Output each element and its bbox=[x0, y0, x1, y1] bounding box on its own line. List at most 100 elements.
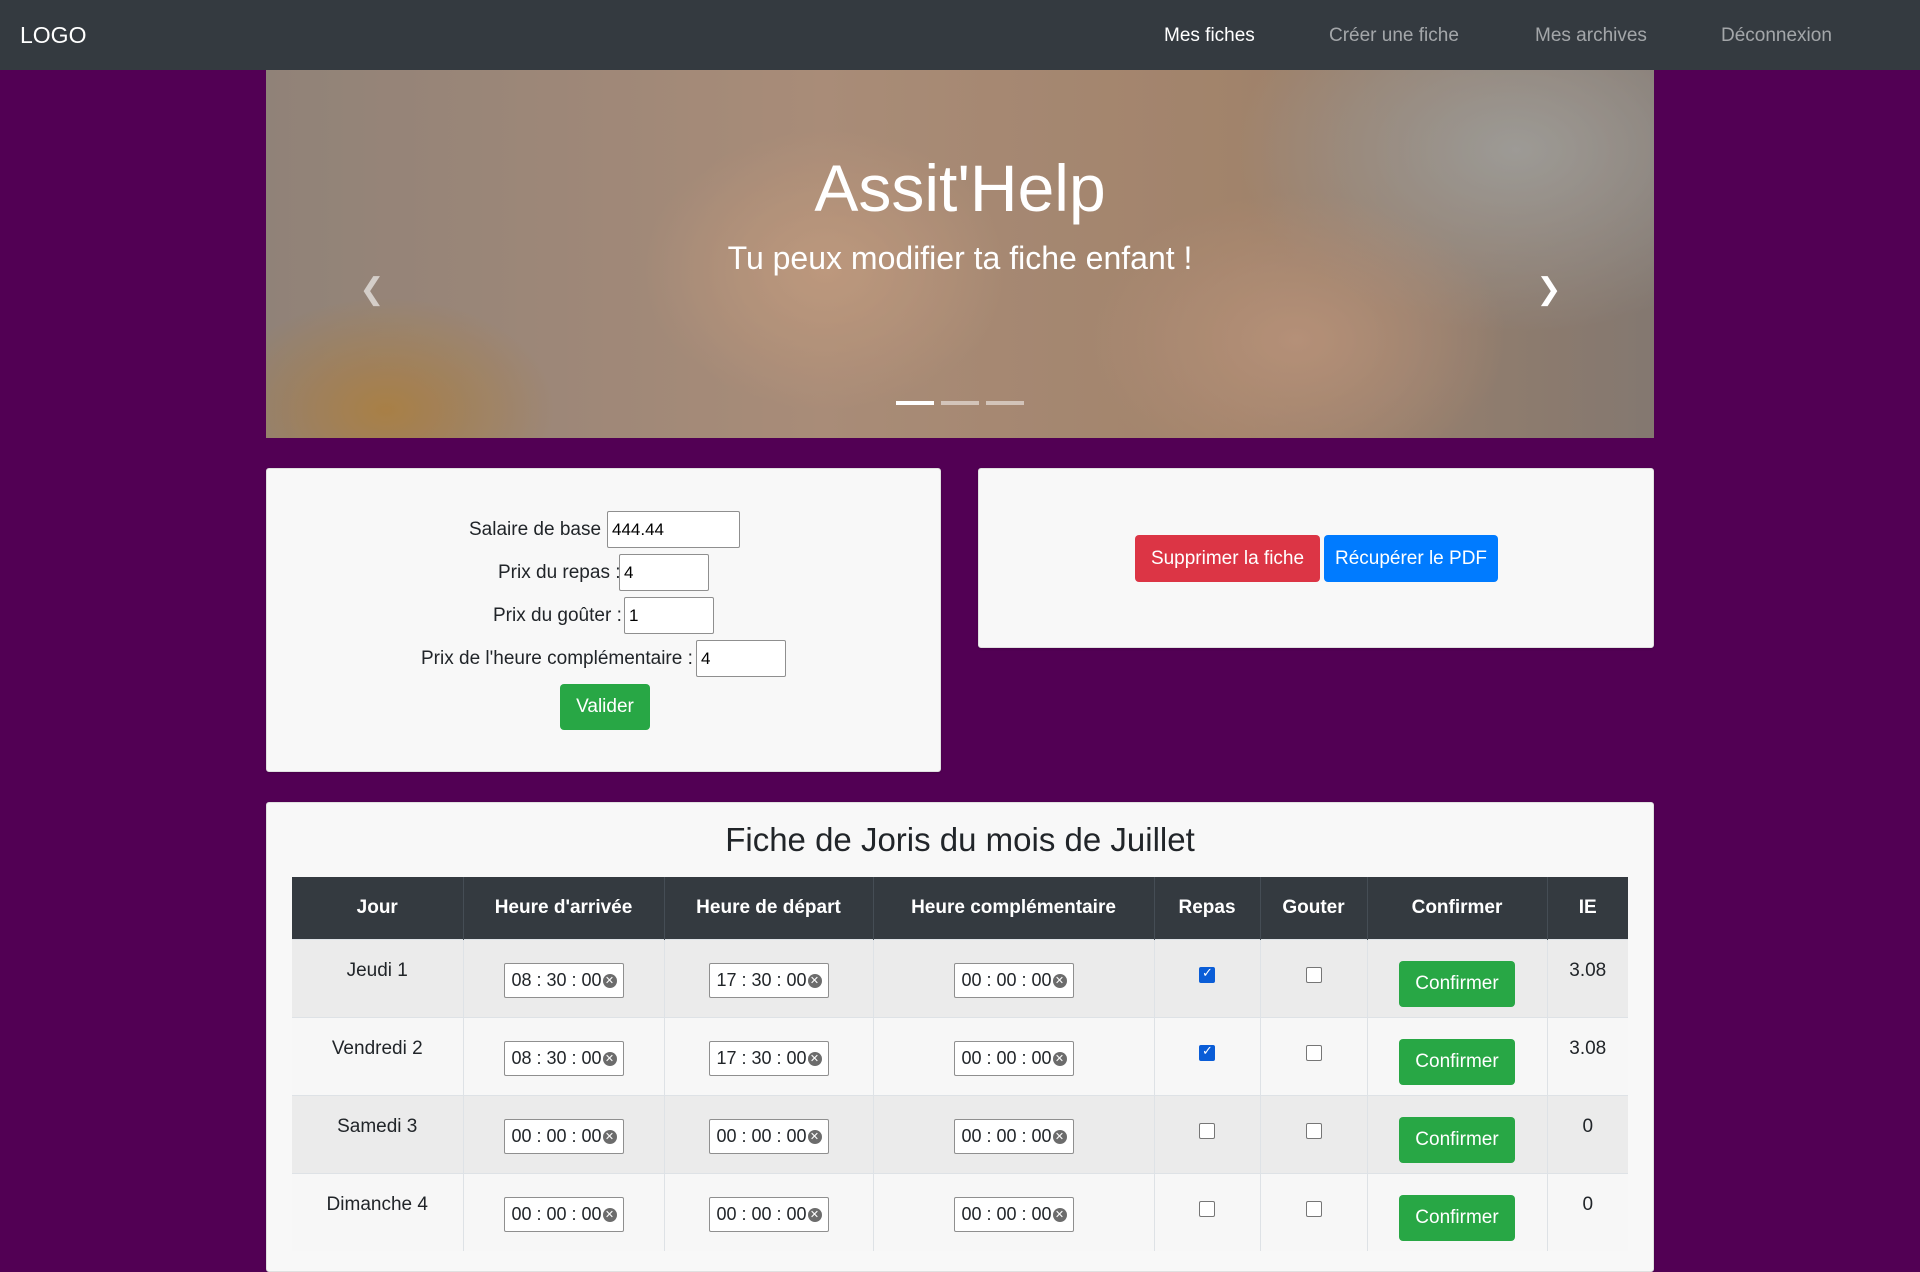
depart-cell: 00 : 00 : 00 ✕ bbox=[664, 1172, 874, 1251]
complementaire-time-input[interactable]: 00 : 00 : 00 ✕ bbox=[953, 962, 1074, 998]
clear-icon[interactable]: ✕ bbox=[807, 973, 822, 988]
confirmer-button[interactable]: Confirmer bbox=[1399, 960, 1515, 1007]
chevron-right-icon[interactable]: ❯ bbox=[1534, 275, 1564, 305]
confirmer-button[interactable]: Confirmer bbox=[1399, 1116, 1515, 1163]
valider-button[interactable]: Valider bbox=[560, 684, 650, 730]
table-row: Vendredi 2 08 : 30 : 00 ✕ 17 : 30 : 00 ✕ 00 :… bbox=[292, 1016, 1628, 1095]
carousel-indicator-2[interactable] bbox=[941, 401, 979, 405]
arrivee-time-input[interactable]: 00 : 00 : 00 ✕ bbox=[503, 1118, 624, 1154]
complementaire-time-input[interactable]: 00 : 00 : 00 ✕ bbox=[953, 1196, 1074, 1232]
jour-cell: Samedi 3 bbox=[292, 1094, 464, 1173]
depart-time-input[interactable]: 00 : 00 : 00 ✕ bbox=[708, 1196, 829, 1232]
col-heure-complementaire: Heure complémentaire bbox=[873, 877, 1155, 939]
repas-checkbox[interactable] bbox=[1199, 965, 1215, 983]
depart-cell: 17 : 30 : 00 ✕ bbox=[664, 1016, 874, 1095]
clear-icon[interactable]: ✕ bbox=[807, 1129, 822, 1144]
table-row: Dimanche 4 00 : 00 : 00 ✕ 00 : 00 : 00 ✕ 00 :… bbox=[292, 1172, 1628, 1251]
gouter-cell bbox=[1260, 1172, 1368, 1251]
nav-deconnexion[interactable]: Déconnexion bbox=[1721, 25, 1832, 47]
col-confirmer: Confirmer bbox=[1367, 877, 1548, 939]
clear-icon[interactable]: ✕ bbox=[807, 1207, 822, 1222]
complementaire-cell: 00 : 00 : 00 ✕ bbox=[873, 1172, 1155, 1251]
navbar: LOGO Mes fiches Créer une fiche Mes arch… bbox=[0, 0, 1920, 70]
complementaire-time-value: 00 : 00 : 00 bbox=[961, 1125, 1052, 1146]
settings-card: Salaire de base : Prix du repas : Prix d… bbox=[266, 468, 941, 772]
arrivee-cell: 00 : 00 : 00 ✕ bbox=[463, 1094, 665, 1173]
clear-icon[interactable]: ✕ bbox=[1052, 1129, 1067, 1144]
repas-input[interactable] bbox=[619, 554, 709, 591]
confirmer-button[interactable]: Confirmer bbox=[1399, 1038, 1515, 1085]
arrivee-time-value: 08 : 30 : 00 bbox=[511, 969, 602, 990]
confirmer-cell: Confirmer bbox=[1367, 938, 1548, 1017]
carousel-indicator-1[interactable] bbox=[896, 401, 934, 405]
sheet-table: Jour Heure d'arrivée Heure de départ Heu… bbox=[292, 877, 1628, 1251]
carousel-indicator-3[interactable] bbox=[986, 401, 1024, 405]
gouter-checkbox[interactable] bbox=[1305, 1122, 1322, 1139]
depart-time-input[interactable]: 17 : 30 : 00 ✕ bbox=[708, 962, 829, 998]
col-gouter: Gouter bbox=[1260, 877, 1368, 939]
col-heure-depart: Heure de départ bbox=[664, 877, 874, 939]
gouter-checkbox[interactable] bbox=[1305, 1200, 1322, 1217]
complementaire-time-value: 00 : 00 : 00 bbox=[961, 1047, 1052, 1068]
gouter-row: Prix du goûter : bbox=[267, 597, 940, 634]
arrivee-time-input[interactable]: 00 : 00 : 00 ✕ bbox=[503, 1196, 624, 1232]
repas-checkbox[interactable] bbox=[1199, 1122, 1215, 1139]
col-heure-arrivee: Heure d'arrivée bbox=[463, 877, 665, 939]
jour-cell: Vendredi 2 bbox=[292, 1016, 464, 1095]
repas-cell bbox=[1154, 938, 1261, 1017]
supprimer-fiche-button[interactable]: Supprimer la fiche bbox=[1135, 535, 1320, 582]
gouter-cell bbox=[1260, 1094, 1368, 1173]
gouter-input[interactable] bbox=[624, 597, 714, 634]
clear-icon[interactable]: ✕ bbox=[602, 1051, 617, 1066]
nav-mes-fiches[interactable]: Mes fiches bbox=[1164, 25, 1255, 47]
nav-creer-une-fiche[interactable]: Créer une fiche bbox=[1329, 25, 1459, 47]
sheet-card: Fiche de Joris du mois de Juillet Jour H… bbox=[266, 802, 1654, 1272]
chevron-left-icon[interactable]: ❮ bbox=[357, 275, 387, 305]
repas-checkbox[interactable] bbox=[1199, 1200, 1215, 1217]
col-jour: Jour bbox=[292, 877, 464, 939]
repas-checkbox[interactable] bbox=[1199, 1043, 1215, 1061]
heure-comp-input[interactable] bbox=[696, 640, 786, 677]
depart-time-input[interactable]: 00 : 00 : 00 ✕ bbox=[708, 1118, 829, 1154]
salaire-input[interactable] bbox=[607, 511, 740, 548]
complementaire-time-value: 00 : 00 : 00 bbox=[961, 1203, 1052, 1224]
arrivee-time-input[interactable]: 08 : 30 : 00 ✕ bbox=[503, 962, 624, 998]
arrivee-time-input[interactable]: 08 : 30 : 00 ✕ bbox=[503, 1040, 624, 1076]
gouter-checkbox[interactable] bbox=[1305, 1044, 1322, 1061]
table-row: Jeudi 1 08 : 30 : 00 ✕ 17 : 30 : 00 ✕ 00 : 00… bbox=[292, 938, 1628, 1017]
clear-icon[interactable]: ✕ bbox=[602, 1207, 617, 1222]
col-repas: Repas bbox=[1154, 877, 1261, 939]
nav-mes-archives[interactable]: Mes archives bbox=[1535, 25, 1647, 47]
gouter-checkbox[interactable] bbox=[1305, 966, 1322, 983]
confirmer-button[interactable]: Confirmer bbox=[1399, 1194, 1515, 1241]
gouter-cell bbox=[1260, 1016, 1368, 1095]
clear-icon[interactable]: ✕ bbox=[602, 973, 617, 988]
brand-logo[interactable]: LOGO bbox=[20, 22, 86, 49]
recuperer-pdf-button[interactable]: Récupérer le PDF bbox=[1324, 535, 1498, 582]
clear-icon[interactable]: ✕ bbox=[1052, 1051, 1067, 1066]
clear-icon[interactable]: ✕ bbox=[807, 1051, 822, 1066]
table-row: Samedi 3 00 : 00 : 00 ✕ 00 : 00 : 00 ✕ 00 : 0… bbox=[292, 1094, 1628, 1173]
confirmer-cell: Confirmer bbox=[1367, 1094, 1548, 1173]
repas-cell bbox=[1154, 1172, 1261, 1251]
arrivee-cell: 08 : 30 : 00 ✕ bbox=[463, 1016, 665, 1095]
salaire-label: Salaire de base : bbox=[469, 519, 612, 540]
col-ie: IE bbox=[1547, 877, 1628, 939]
arrivee-time-value: 00 : 00 : 00 bbox=[511, 1203, 602, 1224]
depart-time-value: 17 : 30 : 00 bbox=[716, 1047, 807, 1068]
sheet-title: Fiche de Joris du mois de Juillet bbox=[725, 821, 1195, 858]
clear-icon[interactable]: ✕ bbox=[1052, 973, 1067, 988]
table-body: Jeudi 1 08 : 30 : 00 ✕ 17 : 30 : 00 ✕ 00 : 00… bbox=[292, 938, 1628, 1251]
complementaire-time-input[interactable]: 00 : 00 : 00 ✕ bbox=[953, 1118, 1074, 1154]
clear-icon[interactable]: ✕ bbox=[602, 1129, 617, 1144]
ie-cell: 3.08 bbox=[1547, 1016, 1628, 1095]
heure-comp-label: Prix de l'heure complémentaire : bbox=[421, 648, 693, 669]
complementaire-time-input[interactable]: 00 : 00 : 00 ✕ bbox=[953, 1040, 1074, 1076]
clear-icon[interactable]: ✕ bbox=[1052, 1207, 1067, 1222]
carousel-title: Assit'Help bbox=[814, 151, 1106, 225]
hero-carousel: ❮ ❯ Assit'Help Tu peux modifier ta fiche… bbox=[266, 70, 1654, 438]
actions-card: Supprimer la fiche Récupérer le PDF bbox=[978, 468, 1654, 648]
complementaire-cell: 00 : 00 : 00 ✕ bbox=[873, 1016, 1155, 1095]
gouter-cell bbox=[1260, 938, 1368, 1017]
depart-time-input[interactable]: 17 : 30 : 00 ✕ bbox=[708, 1040, 829, 1076]
